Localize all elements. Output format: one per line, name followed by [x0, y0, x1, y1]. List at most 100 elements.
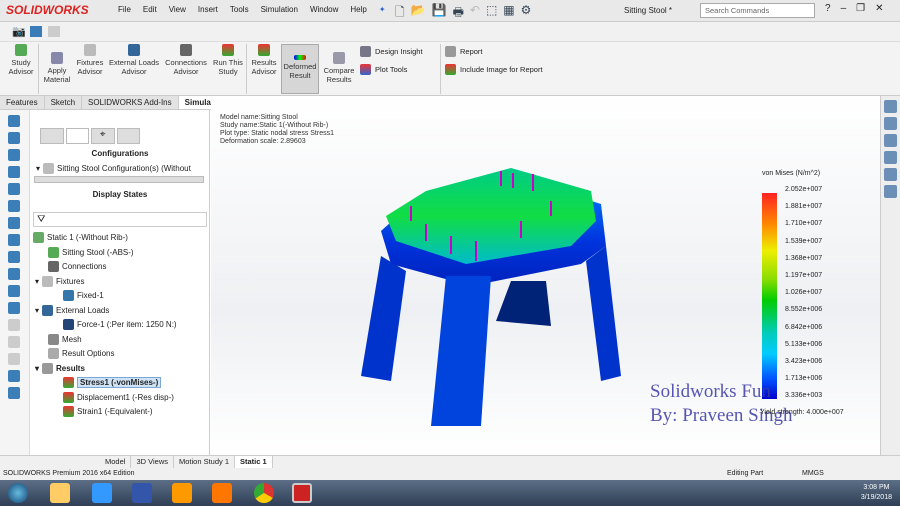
appearance-tab[interactable] [116, 128, 140, 144]
ie-icon[interactable] [92, 483, 112, 503]
tree-strain1[interactable]: Strain1 (-Equivalent-) [63, 406, 153, 417]
legend-label: 1.368e+007 [785, 254, 823, 262]
camera-icon[interactable]: 📷 [12, 25, 26, 38]
explorer-icon[interactable] [50, 483, 70, 503]
deformed-result-button[interactable]: Deformed Result [281, 44, 319, 94]
fixtures-icon [84, 44, 96, 56]
connections-advisor-button[interactable]: Connections Advisor [163, 44, 209, 76]
tool-icon[interactable] [8, 370, 20, 382]
tool-icon[interactable] [8, 302, 20, 314]
undo-icon[interactable]: ↶ [470, 3, 480, 24]
feature-tree-tab[interactable] [40, 128, 64, 144]
tree-fixed1[interactable]: Fixed-1 [63, 290, 104, 301]
tree-static1[interactable]: Static 1 (-Without Rib-) [33, 232, 128, 243]
tree-displacement1[interactable]: Displacement1 (-Res disp-) [63, 392, 174, 403]
tree-external-loads[interactable]: ▾ External Loads [35, 305, 109, 316]
library-icon[interactable] [884, 117, 897, 130]
chrome-icon[interactable] [254, 483, 274, 503]
tree-connections[interactable]: Connections [48, 261, 106, 272]
menu-tools[interactable]: Tools [230, 5, 249, 14]
tree-mesh[interactable]: Mesh [48, 334, 82, 345]
include-image-button[interactable]: Include Image for Report [445, 64, 543, 75]
menu-insert[interactable]: Insert [198, 5, 218, 14]
tree-stress1[interactable]: Stress1 (-vonMises-) [63, 377, 162, 388]
menu-edit[interactable]: Edit [143, 5, 157, 14]
command-manager: Study Advisor Apply Material Fixtures Ad… [0, 42, 900, 96]
results-advisor-button[interactable]: Results Advisor [248, 44, 280, 76]
fixtures-advisor-button[interactable]: Fixtures Advisor [74, 44, 106, 76]
tool-icon[interactable] [8, 387, 20, 399]
filter-input[interactable]: ⛛ [33, 212, 207, 227]
tree-result-options[interactable]: Result Options [48, 348, 114, 359]
close-button[interactable]: ✕ [875, 3, 883, 14]
menu-view[interactable]: View [169, 5, 186, 14]
configuration-item[interactable]: ▾ Sitting Stool Configuration(s) (Withou… [36, 163, 191, 174]
tool-icon[interactable] [8, 234, 20, 246]
search-commands-input[interactable]: Search Commands [700, 3, 815, 18]
tool-icon[interactable] [8, 166, 20, 178]
tool-icon[interactable] [8, 132, 20, 144]
property-tab[interactable] [65, 128, 89, 144]
restore-button[interactable]: ❐ [856, 3, 865, 14]
tool-icon[interactable] [8, 285, 20, 297]
design-insight-button[interactable]: Design Insight [360, 46, 423, 57]
crosshair-icon[interactable]: ⌖ [91, 128, 115, 144]
options-icon[interactable]: ⚙ [521, 3, 532, 24]
tree-force1[interactable]: Force-1 (:Per item: 1250 N:) [63, 319, 177, 330]
units-selector[interactable]: MMGS [802, 470, 824, 477]
tab-static1[interactable]: Static 1 [235, 456, 273, 468]
help-icon[interactable]: ? [825, 3, 831, 14]
tool-icon[interactable] [8, 115, 20, 127]
solidworks-taskbar-icon[interactable] [292, 483, 312, 503]
tree-part[interactable]: Sitting Stool (-ABS-) [48, 247, 134, 258]
tool-icon[interactable] [8, 251, 20, 263]
view-palette-icon[interactable] [884, 151, 897, 164]
compare-results-button[interactable]: Compare Results [322, 52, 356, 84]
tree-results[interactable]: ▾ Results [35, 363, 85, 374]
tab-features[interactable]: Features [0, 96, 45, 109]
appearance-icon[interactable] [884, 168, 897, 181]
tree-fixtures[interactable]: ▾ Fixtures [35, 276, 84, 287]
open-icon[interactable]: 📂 [411, 3, 426, 24]
study-advisor-button[interactable]: Study Advisor [4, 44, 38, 76]
menu-simulation[interactable]: Simulation [261, 5, 298, 14]
start-button[interactable] [8, 483, 28, 503]
print-icon[interactable]: 🖶 [453, 3, 464, 24]
word-icon[interactable] [132, 483, 152, 503]
media-icon[interactable] [212, 483, 232, 503]
tool-icon[interactable] [8, 353, 20, 365]
tool-icon[interactable] [8, 336, 20, 348]
menu-window[interactable]: Window [310, 5, 338, 14]
rebuild-icon[interactable]: ▦ [503, 3, 514, 24]
apply-material-button[interactable]: Apply Material [40, 52, 74, 84]
horizontal-scrollbar[interactable] [34, 176, 204, 183]
properties-icon[interactable] [884, 185, 897, 198]
folder-icon[interactable] [884, 134, 897, 147]
select-icon[interactable]: ⬚ [486, 3, 497, 24]
tool-icon[interactable] [8, 200, 20, 212]
report-button[interactable]: Report [445, 46, 483, 57]
tab-motion-study[interactable]: Motion Study 1 [174, 456, 236, 468]
save-icon[interactable]: 💾 [432, 3, 447, 24]
plot-tools-button[interactable]: Plot Tools [360, 64, 407, 75]
tab-addins[interactable]: SOLIDWORKS Add-Ins [82, 96, 179, 109]
home-icon[interactable] [884, 100, 897, 113]
toolbar-icon[interactable] [30, 26, 42, 37]
new-icon[interactable]: 🗋 [395, 3, 405, 24]
minimize-button[interactable]: – [841, 3, 847, 14]
tab-model[interactable]: Model [100, 456, 132, 468]
external-loads-advisor-button[interactable]: External Loads Advisor [108, 44, 160, 76]
document-name: Sitting Stool * [624, 6, 673, 15]
tool-icon[interactable] [8, 319, 20, 331]
tab-sketch[interactable]: Sketch [44, 96, 83, 109]
tool-icon[interactable] [8, 149, 20, 161]
pin-icon[interactable]: ✦ [379, 5, 386, 14]
tool-icon[interactable] [8, 217, 20, 229]
tool-icon[interactable] [8, 183, 20, 195]
app-icon[interactable] [172, 483, 192, 503]
run-study-button[interactable]: Run This Study [212, 44, 244, 76]
menu-help[interactable]: Help [350, 5, 366, 14]
tool-icon[interactable] [8, 268, 20, 280]
tab-3d-views[interactable]: 3D Views [131, 456, 174, 468]
menu-file[interactable]: File [118, 5, 131, 14]
